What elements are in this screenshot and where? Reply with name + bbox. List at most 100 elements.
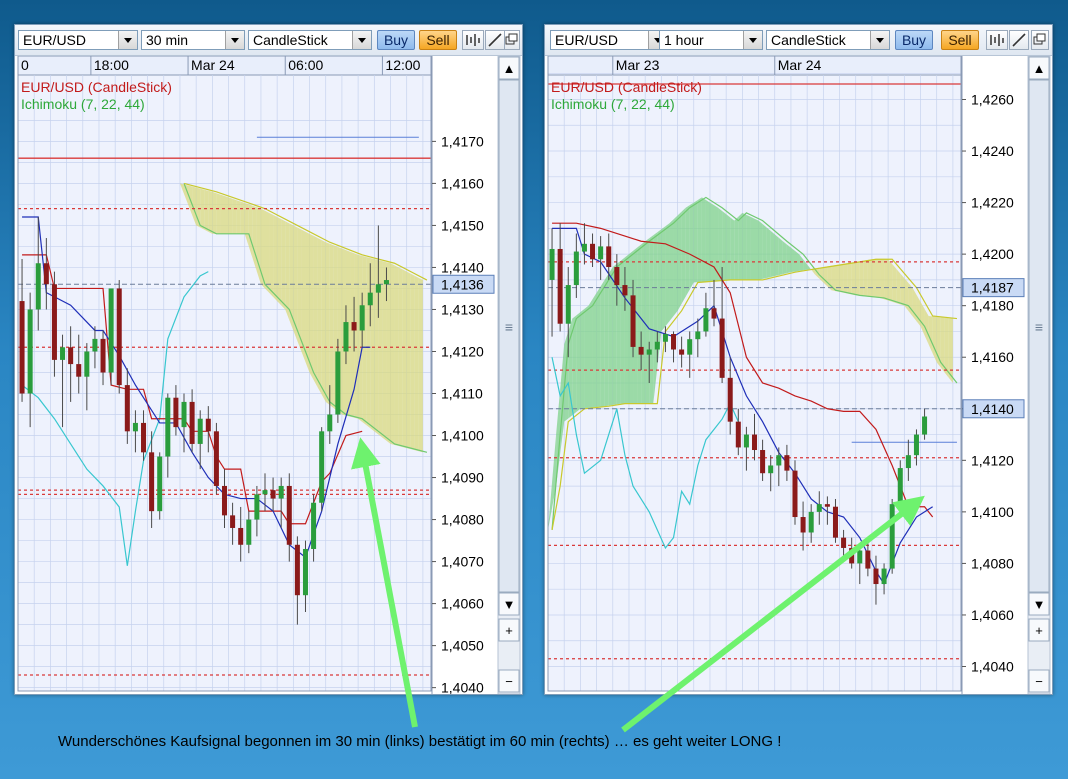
candle-bear xyxy=(606,246,612,268)
chart-area-left[interactable]: 0 18:00 Mar 24 06:00 12:00 1,4170 1,4160 1,4150… xyxy=(15,56,522,694)
kumo-cloud xyxy=(596,286,601,408)
window-toggle-icon[interactable] xyxy=(1031,30,1049,50)
candle-bull xyxy=(157,456,163,512)
kumo-cloud xyxy=(770,230,775,278)
candle-bear xyxy=(760,450,766,474)
kumo-cloud xyxy=(859,260,864,297)
candle-bull xyxy=(335,351,341,415)
kumo-cloud xyxy=(580,308,585,409)
y-tick-label: 1,4080 xyxy=(441,512,484,528)
chart-type-value: CandleStick xyxy=(771,32,846,48)
candle-bear xyxy=(68,347,74,365)
symbol-select[interactable]: EUR/USD xyxy=(550,30,668,50)
current-price-badge-label: 1,4140 xyxy=(971,401,1014,417)
kumo-cloud xyxy=(321,240,326,402)
candle-bull xyxy=(897,468,903,505)
kumo-cloud xyxy=(766,227,771,278)
kumo-cloud xyxy=(884,259,889,301)
candle-bear xyxy=(727,377,733,422)
y-tick-label: 1,4110 xyxy=(441,386,483,402)
kumo-cloud xyxy=(722,210,727,281)
candle-bear xyxy=(849,547,855,564)
draw-line-icon[interactable] xyxy=(1009,30,1029,50)
sell-button[interactable]: Sell xyxy=(419,30,457,50)
kumo-cloud xyxy=(313,235,318,388)
scroll-down-button-icon[interactable]: ▼ xyxy=(1033,597,1046,612)
candle-bear xyxy=(719,318,725,378)
zoom-out-button-icon[interactable]: − xyxy=(505,674,513,689)
chart-window-right: EUR/USD 1 hour CandleStick Buy Sell Mar … xyxy=(544,24,1053,695)
kumo-cloud xyxy=(325,242,330,406)
y-tick-label: 1,4120 xyxy=(971,452,1014,468)
chevron-down-icon[interactable] xyxy=(870,31,889,49)
zoom-in-button-icon[interactable]: + xyxy=(1035,623,1043,638)
chart-type-select[interactable]: CandleStick xyxy=(766,30,890,50)
chart-type-select[interactable]: CandleStick xyxy=(248,30,372,50)
sell-button[interactable]: Sell xyxy=(941,30,979,50)
kumo-cloud xyxy=(329,243,334,409)
scrollbar-thumb[interactable] xyxy=(1028,79,1050,593)
kumo-cloud xyxy=(208,190,213,234)
y-tick-label: 1,4180 xyxy=(971,298,1014,314)
kumo-cloud xyxy=(875,259,881,298)
zoom-in-button-icon[interactable]: + xyxy=(505,623,513,638)
chevron-down-icon[interactable] xyxy=(352,31,371,49)
y-tick-label: 1,4220 xyxy=(971,195,1014,211)
candle-bull xyxy=(646,349,652,355)
kumo-cloud xyxy=(236,200,241,234)
kumo-cloud xyxy=(264,210,270,293)
kumo-cloud xyxy=(588,299,593,408)
chevron-down-icon[interactable] xyxy=(743,31,762,49)
scrollbar-grip-icon: ≡ xyxy=(505,319,513,335)
kumo-cloud xyxy=(256,207,261,285)
candle-bull xyxy=(581,243,587,252)
candle-bear xyxy=(735,421,741,448)
chart-area-right[interactable]: Mar 23 Mar 24 1,4260 1,4240 1,4220 1,4200 1,41… xyxy=(545,56,1052,694)
kumo-cloud xyxy=(390,263,395,445)
candle-bear xyxy=(238,527,244,545)
candle-bull xyxy=(375,284,381,293)
candle-bull xyxy=(662,334,668,342)
candle-bull xyxy=(598,246,604,260)
scrollbar-thumb[interactable] xyxy=(498,79,520,593)
buy-button[interactable]: Buy xyxy=(377,30,415,50)
candle-bull xyxy=(108,288,114,373)
y-tick-label: 1,4060 xyxy=(441,596,484,612)
candle-bear xyxy=(213,431,219,486)
buy-button[interactable]: Buy xyxy=(895,30,933,50)
candle-bull xyxy=(565,285,571,324)
candle-bear xyxy=(286,485,292,545)
candle-bull xyxy=(889,504,895,569)
chart-window-left: EUR/USD 30 min CandleStick Buy Sell 0 18:… xyxy=(14,24,523,695)
candle-bull xyxy=(27,309,33,394)
legend-indicator: Ichimoku (7, 22, 44) xyxy=(21,96,145,112)
scroll-up-button-icon[interactable]: ▲ xyxy=(503,61,516,76)
y-tick-label: 1,4060 xyxy=(971,607,1014,623)
scroll-down-button-icon[interactable]: ▼ xyxy=(503,597,516,612)
zoom-out-button-icon[interactable]: − xyxy=(1035,674,1043,689)
kumo-cloud xyxy=(661,226,666,332)
y-tick-label: 1,4090 xyxy=(441,470,484,486)
candle-bull xyxy=(60,347,66,360)
candle-bear xyxy=(124,385,130,432)
y-tick-label: 1,4160 xyxy=(971,349,1014,365)
window-toggle-icon[interactable] xyxy=(504,30,520,50)
candle-bear xyxy=(679,349,685,355)
candle-bull xyxy=(549,248,555,280)
interval-select[interactable]: 1 hour xyxy=(659,30,763,50)
scroll-up-button-icon[interactable]: ▲ xyxy=(1033,61,1046,76)
symbol-select[interactable]: EUR/USD xyxy=(18,30,138,50)
chevron-down-icon[interactable] xyxy=(225,31,244,49)
indicator-icon[interactable] xyxy=(462,30,484,50)
candle-bear xyxy=(230,515,236,528)
interval-select[interactable]: 30 min xyxy=(141,30,245,50)
legend-series: EUR/USD (CandleStick) xyxy=(21,79,172,95)
candle-bull xyxy=(687,339,693,355)
draw-line-icon[interactable] xyxy=(485,30,505,50)
kumo-cloud xyxy=(726,214,731,280)
kumo-cloud xyxy=(839,263,844,293)
chevron-down-icon[interactable] xyxy=(118,31,137,49)
indicator-icon[interactable] xyxy=(986,30,1008,50)
kumo-cloud xyxy=(592,292,597,408)
y-tick-label: 1,4150 xyxy=(441,217,484,233)
